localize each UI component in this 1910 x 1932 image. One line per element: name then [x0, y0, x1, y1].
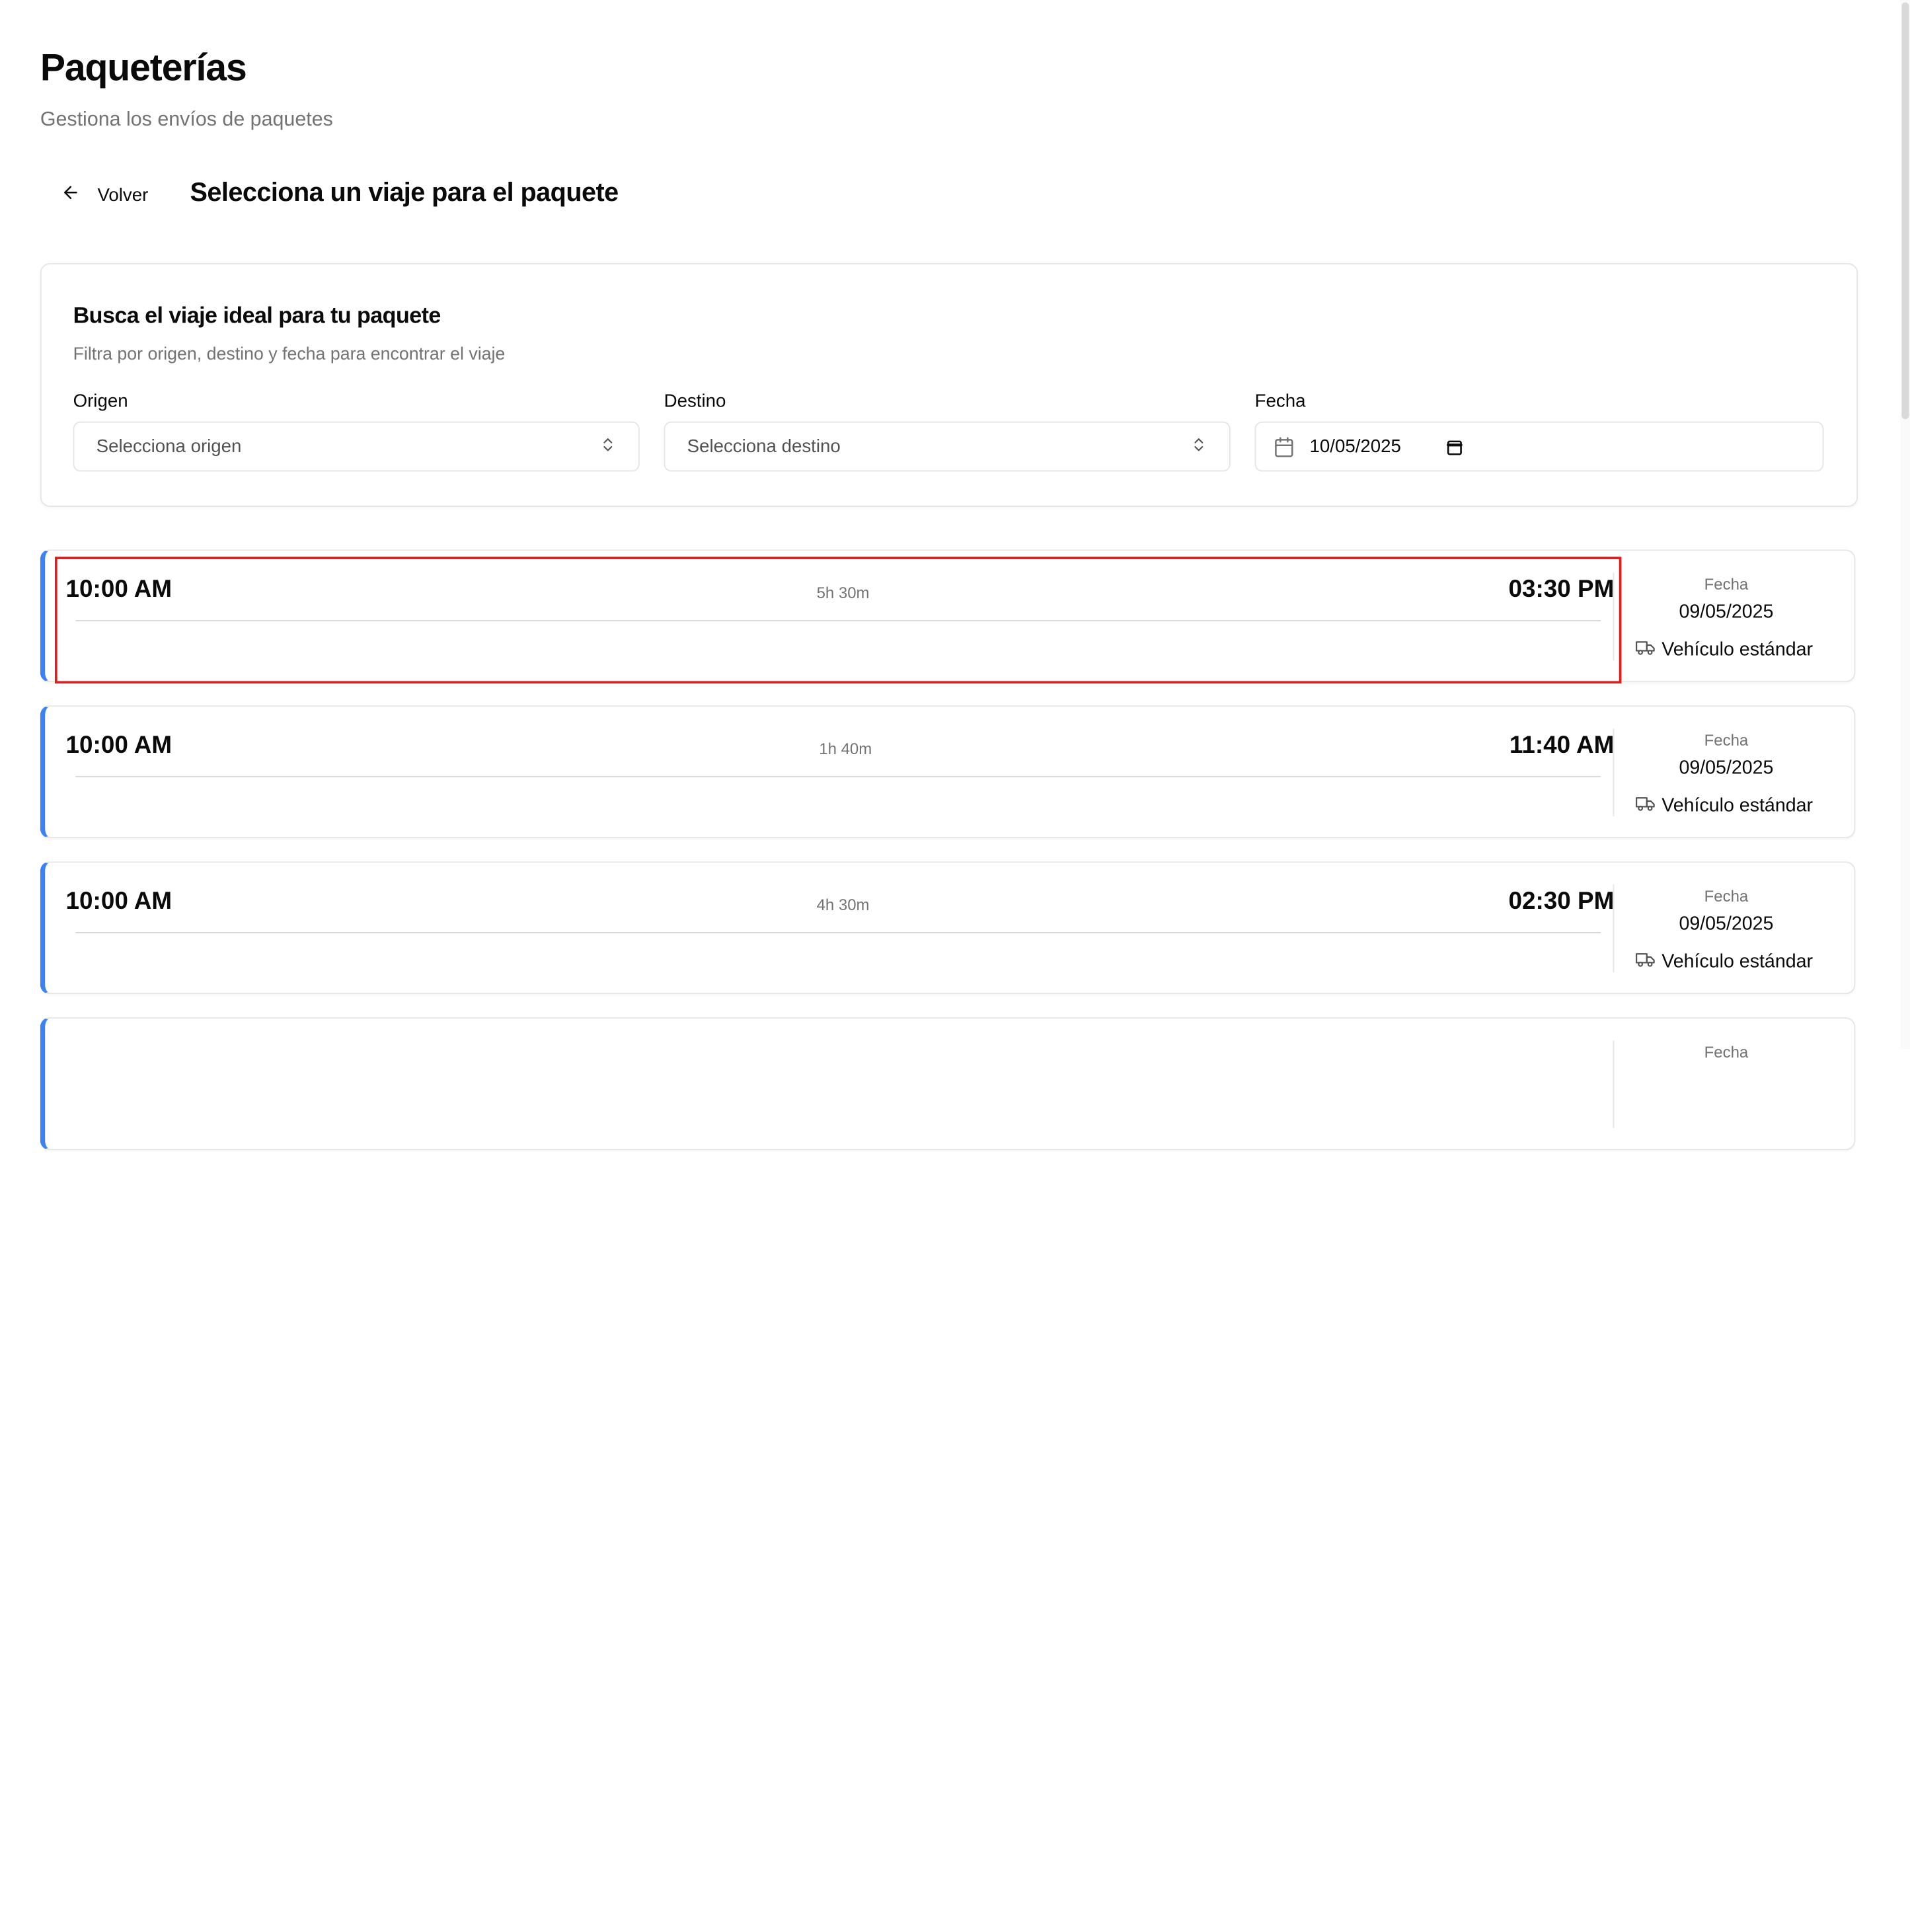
- trip-date: 09/05/2025: [1679, 913, 1774, 935]
- back-button-label: Volver: [97, 184, 149, 206]
- vehicle-type: Vehículo estándar: [1662, 951, 1814, 972]
- vehicle-info: Vehículo estándar: [1635, 950, 1813, 975]
- vehicle-info: Vehículo estándar: [1635, 638, 1813, 663]
- trip-duration: 4h 30m: [816, 895, 870, 914]
- trip-date-label: Fecha: [1704, 1042, 1749, 1062]
- origin-select[interactable]: Selecciona origen: [73, 421, 640, 472]
- arrival-time: 02:30 PM: [1508, 888, 1615, 915]
- divider: [1613, 572, 1615, 661]
- calendar-icon: [1273, 436, 1295, 457]
- departure-time: 10:00 AM: [65, 732, 172, 759]
- route-line: [75, 932, 1601, 933]
- route-line: [75, 620, 1601, 622]
- vehicle-type: Vehículo estándar: [1662, 639, 1814, 661]
- trip-date-label: Fecha: [1704, 730, 1749, 750]
- date-label: Fecha: [1254, 391, 1306, 412]
- arrival-time: 11:40 AM: [1509, 732, 1615, 759]
- page-title: Paqueterías: [40, 46, 247, 89]
- trip-card[interactable]: Fecha: [40, 1017, 1856, 1151]
- arrival-time: 03:30 PM: [1508, 576, 1615, 603]
- date-input-value: 10/05/2025: [1309, 436, 1401, 457]
- trip-card[interactable]: 10:00 AM 1h 40m 11:40 AM Fecha 09/05/202…: [40, 705, 1856, 839]
- section-title: Selecciona un viaje para el paquete: [190, 178, 619, 208]
- back-button[interactable]: Volver: [49, 173, 161, 217]
- trip-card[interactable]: 10:00 AM 4h 30m 02:30 PM Fecha 09/05/202…: [40, 861, 1856, 995]
- search-filter-card: Busca el viaje ideal para tu paquete Fil…: [40, 263, 1858, 507]
- truck-icon: [1635, 638, 1656, 663]
- divider: [1613, 884, 1615, 972]
- origin-select-value: Selecciona origen: [96, 436, 242, 457]
- vehicle-info: Vehículo estándar: [1635, 794, 1813, 819]
- vehicle-type: Vehículo estándar: [1662, 795, 1814, 817]
- chevrons-up-down-icon: [1190, 436, 1207, 457]
- trip-date-label: Fecha: [1704, 886, 1749, 906]
- search-card-title: Busca el viaje ideal para tu paquete: [73, 302, 441, 328]
- date-input[interactable]: 10/05/2025: [1254, 421, 1824, 472]
- trip-card[interactable]: 10:00 AM 5h 30m 03:30 PM Fecha 09/05/202…: [40, 549, 1856, 683]
- page-subtitle: Gestiona los envíos de paquetes: [40, 108, 333, 131]
- chevrons-up-down-icon: [599, 436, 617, 457]
- destination-select[interactable]: Selecciona destino: [664, 421, 1231, 472]
- departure-time: 10:00 AM: [65, 576, 172, 603]
- route-line: [75, 776, 1601, 778]
- trip-date: 09/05/2025: [1679, 601, 1774, 623]
- origin-label: Origen: [73, 391, 128, 412]
- search-card-description: Filtra por origen, destino y fecha para …: [73, 344, 506, 365]
- truck-icon: [1635, 794, 1656, 819]
- scrollbar-thumb[interactable]: [1901, 2, 1909, 420]
- trip-date-label: Fecha: [1704, 575, 1749, 594]
- trip-duration: 1h 40m: [819, 739, 872, 758]
- arrow-left-icon: [61, 182, 80, 207]
- divider: [1613, 1040, 1615, 1128]
- destination-label: Destino: [664, 391, 726, 412]
- truck-icon: [1635, 950, 1656, 975]
- trip-duration: 5h 30m: [816, 583, 870, 602]
- destination-select-value: Selecciona destino: [687, 436, 841, 457]
- departure-time: 10:00 AM: [65, 888, 172, 915]
- trip-date: 09/05/2025: [1679, 757, 1774, 779]
- divider: [1613, 728, 1615, 817]
- calendar-picker-icon[interactable]: [1446, 438, 1463, 455]
